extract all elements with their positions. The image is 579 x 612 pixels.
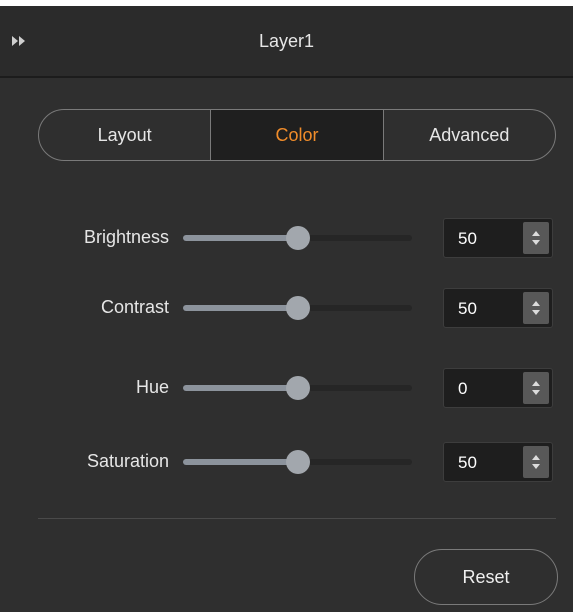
layer-properties-panel: Layer1 Layout Color Advanced Brightness … (0, 6, 573, 612)
hue-value[interactable]: 0 (458, 379, 467, 399)
slider-knob[interactable] (285, 226, 310, 250)
tab-color[interactable]: Color (210, 110, 383, 160)
slider-knob[interactable] (285, 296, 310, 320)
contrast-slider[interactable] (183, 296, 412, 320)
tab-advanced[interactable]: Advanced (382, 110, 555, 160)
reset-button[interactable]: Reset (414, 549, 558, 605)
hue-label: Hue (135, 377, 169, 397)
brightness-spinbox[interactable]: 50 (443, 218, 553, 258)
hue-spinbox[interactable]: 0 (443, 368, 553, 408)
spin-arrows-icon[interactable] (523, 446, 549, 478)
slider-fill (183, 385, 298, 391)
saturation-label: Saturation (86, 451, 169, 471)
saturation-spinbox[interactable]: 50 (443, 442, 553, 482)
brightness-label: Brightness (83, 227, 169, 247)
slider-fill (183, 459, 298, 465)
slider-fill (183, 235, 298, 241)
spin-arrows-icon[interactable] (523, 372, 549, 404)
contrast-spinbox[interactable]: 50 (443, 288, 553, 328)
tab-layout[interactable]: Layout (39, 110, 210, 160)
contrast-label: Contrast (100, 297, 169, 317)
brightness-value[interactable]: 50 (458, 229, 477, 249)
saturation-slider[interactable] (183, 450, 412, 474)
slider-knob[interactable] (285, 376, 310, 400)
hue-row: Hue 0 (0, 365, 573, 411)
slider-knob[interactable] (285, 450, 310, 474)
spin-arrows-icon[interactable] (523, 292, 549, 324)
spin-arrows-icon[interactable] (523, 222, 549, 254)
saturation-row: Saturation 50 (0, 439, 573, 485)
divider (38, 518, 556, 519)
tab-bar: Layout Color Advanced (38, 109, 556, 161)
contrast-value[interactable]: 50 (458, 299, 477, 319)
contrast-row: Contrast 50 (0, 285, 573, 331)
panel-title: Layer1 (258, 31, 315, 51)
slider-fill (183, 305, 298, 311)
brightness-row: Brightness 50 (0, 215, 573, 261)
panel-header: Layer1 (0, 6, 573, 78)
brightness-slider[interactable] (183, 226, 412, 250)
hue-slider[interactable] (183, 376, 412, 400)
saturation-value[interactable]: 50 (458, 453, 477, 473)
